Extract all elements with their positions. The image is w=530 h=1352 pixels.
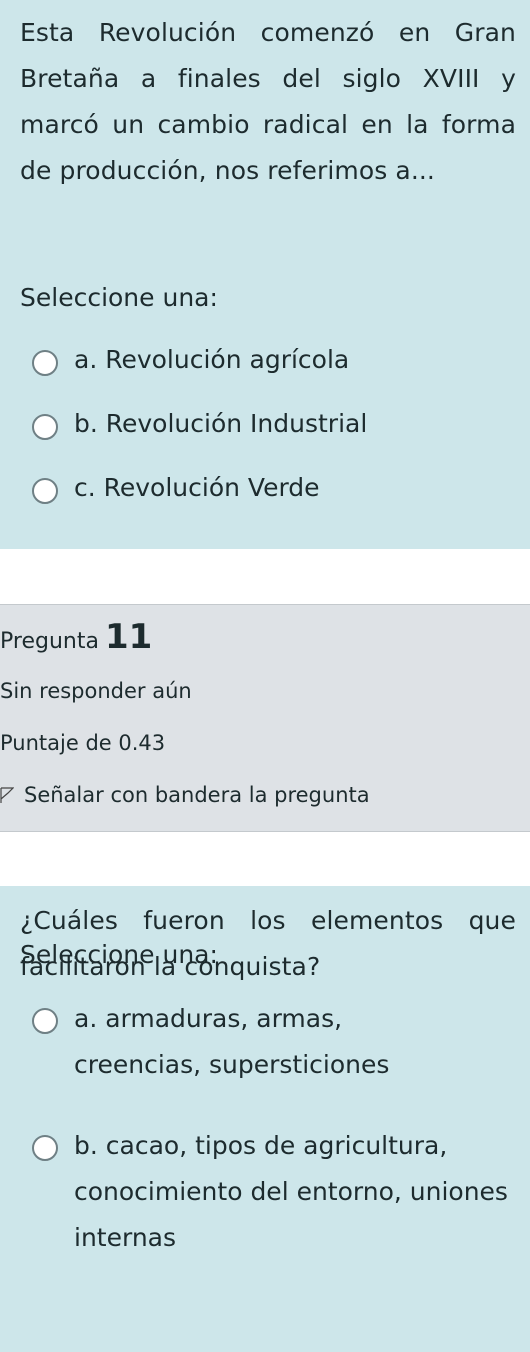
answer-label: b. Revolución Industrial (74, 409, 368, 438)
question-heading: Pregunta 11 (0, 617, 152, 657)
answer-option-a[interactable]: a. armaduras, armas, creencias, supersti… (32, 1004, 512, 1088)
question-heading-label: Pregunta (0, 629, 99, 654)
radio-button[interactable] (32, 1135, 58, 1161)
radio-button[interactable] (32, 1008, 58, 1034)
flag-question-link[interactable]: Señalar con bandera la pregunta (0, 783, 370, 807)
question-text: Esta Revolución comenzó en Gran Bretaña … (20, 18, 516, 185)
answer-label: a. armaduras, armas, creencias, supersti… (74, 1004, 390, 1079)
question-state: Sin responder aún (0, 679, 192, 703)
answer-option-c[interactable]: c. Revolución Verde (32, 473, 512, 510)
question-10-panel: Esta Revolución comenzó en Gran Bretaña … (0, 0, 530, 549)
answer-option-b[interactable]: b. Revolución Industrial (32, 409, 512, 446)
question-grade: Puntaje de 0.43 (0, 731, 166, 755)
question-11-panel: ¿Cuáles fueron los elementos que facilit… (0, 886, 530, 1352)
answer-label: c. Revolución Verde (74, 473, 320, 502)
flag-question-label: Señalar con bandera la pregunta (24, 783, 370, 807)
radio-button[interactable] (32, 478, 58, 504)
flag-outline-icon (0, 787, 14, 803)
radio-button[interactable] (32, 350, 58, 376)
answer-label: b. cacao, tipos de agricultura, conocimi… (74, 1131, 508, 1252)
question-number: 11 (104, 617, 153, 657)
answer-option-b[interactable]: b. cacao, tipos de agricultura, conocimi… (32, 1131, 512, 1261)
answer-option-a[interactable]: a. Revolución agrícola (32, 345, 512, 382)
select-one-label: Seleccione una: (20, 283, 218, 312)
answer-label: a. Revolución agrícola (74, 345, 350, 374)
select-one-label: Seleccione una: (20, 940, 218, 969)
radio-button[interactable] (32, 414, 58, 440)
question-11-info: Pregunta 11 Sin responder aún Puntaje de … (0, 604, 530, 832)
